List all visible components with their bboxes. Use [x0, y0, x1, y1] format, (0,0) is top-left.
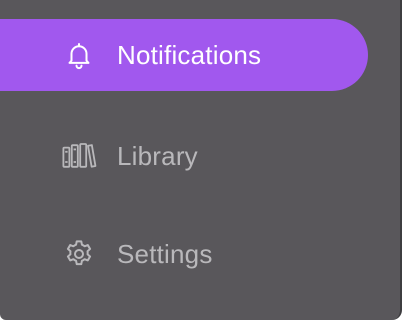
- sidebar-item-label: Library: [117, 141, 198, 171]
- bell-icon: [60, 36, 98, 74]
- sidebar-item-label: Settings: [117, 239, 213, 269]
- sidebar-item-library[interactable]: Library: [0, 120, 368, 192]
- sidebar-item-notifications[interactable]: Notifications: [0, 19, 368, 91]
- sidebar-nav: Notifications Library Settings: [0, 0, 402, 320]
- gear-icon: [60, 235, 98, 273]
- sidebar-item-label: Notifications: [117, 40, 262, 70]
- sidebar-item-settings[interactable]: Settings: [0, 218, 368, 290]
- books-icon: [60, 137, 98, 175]
